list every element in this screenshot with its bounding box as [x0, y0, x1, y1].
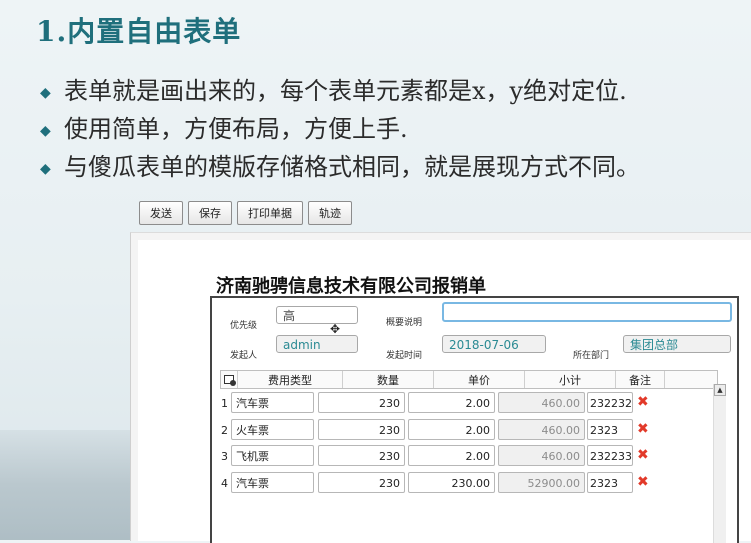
qty-cell[interactable]: 230: [318, 419, 405, 440]
table-row: 3 飞机票 230 2.00 460.00 2322332 ✖: [220, 445, 660, 469]
subtotal-cell: 460.00: [498, 445, 585, 466]
form-frame: 优先级 高 概要说明 发起人 admin 发起时间 2018-07-06 所在部…: [210, 296, 739, 543]
bullet-text: 使用简单，方便布局，方便上手.: [64, 115, 408, 143]
delete-row-icon[interactable]: ✖: [637, 395, 649, 409]
priority-field[interactable]: 高: [276, 306, 358, 324]
note-cell[interactable]: 2322323: [587, 392, 633, 413]
form-panel: 济南驰骋信息技术有限公司报销单 优先级 高 概要说明 发起人 admin 发起时…: [130, 232, 751, 543]
delete-row-icon[interactable]: ✖: [637, 422, 649, 436]
bullet-diamond-icon: ◆: [40, 160, 51, 177]
form-toolbar: 发送 保存 打印单据 轨迹: [139, 201, 352, 225]
priority-label: 优先级: [230, 321, 258, 331]
slide-title: 1.内置自由表单: [36, 15, 242, 48]
table-row: 2 火车票 230 2.00 460.00 2323 ✖: [220, 419, 660, 443]
bullet-list: ◆ 表单就是画出来的，每个表单元素都是x，y绝对定位. ◆ 使用简单，方便布局，方便…: [40, 72, 640, 186]
type-cell[interactable]: 汽车票: [231, 392, 314, 413]
type-cell[interactable]: 飞机票: [231, 445, 314, 466]
summary-field[interactable]: [442, 302, 732, 322]
dept-label: 所在部门: [573, 351, 610, 361]
dept-field[interactable]: 集团总部: [623, 335, 731, 353]
time-field[interactable]: 2018-07-06: [442, 335, 546, 353]
row-number: 1: [221, 397, 228, 410]
subtotal-cell: 460.00: [498, 419, 585, 440]
qty-cell[interactable]: 230: [318, 392, 405, 413]
bullet-text: 表单就是画出来的，每个表单元素都是x，y绝对定位.: [64, 77, 627, 105]
form-title: 济南驰骋信息技术有限公司报销单: [216, 276, 486, 297]
initiator-field[interactable]: admin: [276, 335, 358, 353]
price-cell[interactable]: 230.00: [408, 472, 495, 493]
note-cell[interactable]: 2322332: [587, 445, 633, 466]
type-cell[interactable]: 火车票: [231, 419, 314, 440]
column-header-empty: [665, 371, 717, 388]
summary-label: 概要说明: [386, 318, 423, 328]
type-cell[interactable]: 汽车票: [231, 472, 314, 493]
time-label: 发起时间: [386, 351, 423, 361]
column-header: 小计: [525, 371, 616, 388]
bullet-item: ◆ 与傻瓜表单的模版存储格式相同，就是展现方式不同。: [40, 148, 640, 186]
subtotal-cell: 460.00: [498, 392, 585, 413]
grid-settings-icon[interactable]: [224, 375, 236, 386]
move-cursor-icon: ✥: [330, 322, 341, 336]
grid-scrollbar[interactable]: ▲: [713, 384, 726, 543]
bullet-item: ◆ 使用简单，方便布局，方便上手.: [40, 110, 640, 148]
bullet-diamond-icon: ◆: [40, 84, 51, 101]
bullet-diamond-icon: ◆: [40, 122, 51, 139]
scroll-up-icon[interactable]: ▲: [714, 384, 726, 396]
send-button[interactable]: 发送: [139, 201, 183, 225]
delete-row-icon[interactable]: ✖: [637, 448, 649, 462]
qty-cell[interactable]: 230: [318, 445, 405, 466]
price-cell[interactable]: 2.00: [408, 445, 495, 466]
print-button[interactable]: 打印单据: [237, 201, 303, 225]
row-number: 2: [221, 424, 228, 437]
subtotal-cell: 52900.00: [498, 472, 585, 493]
table-row: 1 汽车票 230 2.00 460.00 2322323 ✖: [220, 392, 660, 416]
delete-row-icon[interactable]: ✖: [637, 475, 649, 489]
grid-toggle-cell[interactable]: [221, 371, 238, 388]
save-button[interactable]: 保存: [188, 201, 232, 225]
bullet-item: ◆ 表单就是画出来的，每个表单元素都是x，y绝对定位.: [40, 72, 640, 110]
row-number: 4: [221, 477, 228, 490]
form-canvas: 济南驰骋信息技术有限公司报销单 优先级 高 概要说明 发起人 admin 发起时…: [138, 240, 751, 543]
column-header: 单价: [434, 371, 525, 388]
column-header: 备注: [616, 371, 665, 388]
price-cell[interactable]: 2.00: [408, 419, 495, 440]
column-header: 费用类型: [238, 371, 343, 388]
background-wave: [0, 430, 140, 540]
qty-cell[interactable]: 230: [318, 472, 405, 493]
row-number: 3: [221, 450, 228, 463]
bullet-text: 与傻瓜表单的模版存储格式相同，就是展现方式不同。: [64, 153, 640, 181]
initiator-label: 发起人: [230, 351, 258, 361]
track-button[interactable]: 轨迹: [308, 201, 352, 225]
column-header: 数量: [343, 371, 434, 388]
grid-header: 费用类型 数量 单价 小计 备注: [220, 370, 718, 389]
note-cell[interactable]: 2323: [587, 472, 633, 493]
price-cell[interactable]: 2.00: [408, 392, 495, 413]
table-row: 4 汽车票 230 230.00 52900.00 2323 ✖: [220, 472, 660, 496]
note-cell[interactable]: 2323: [587, 419, 633, 440]
